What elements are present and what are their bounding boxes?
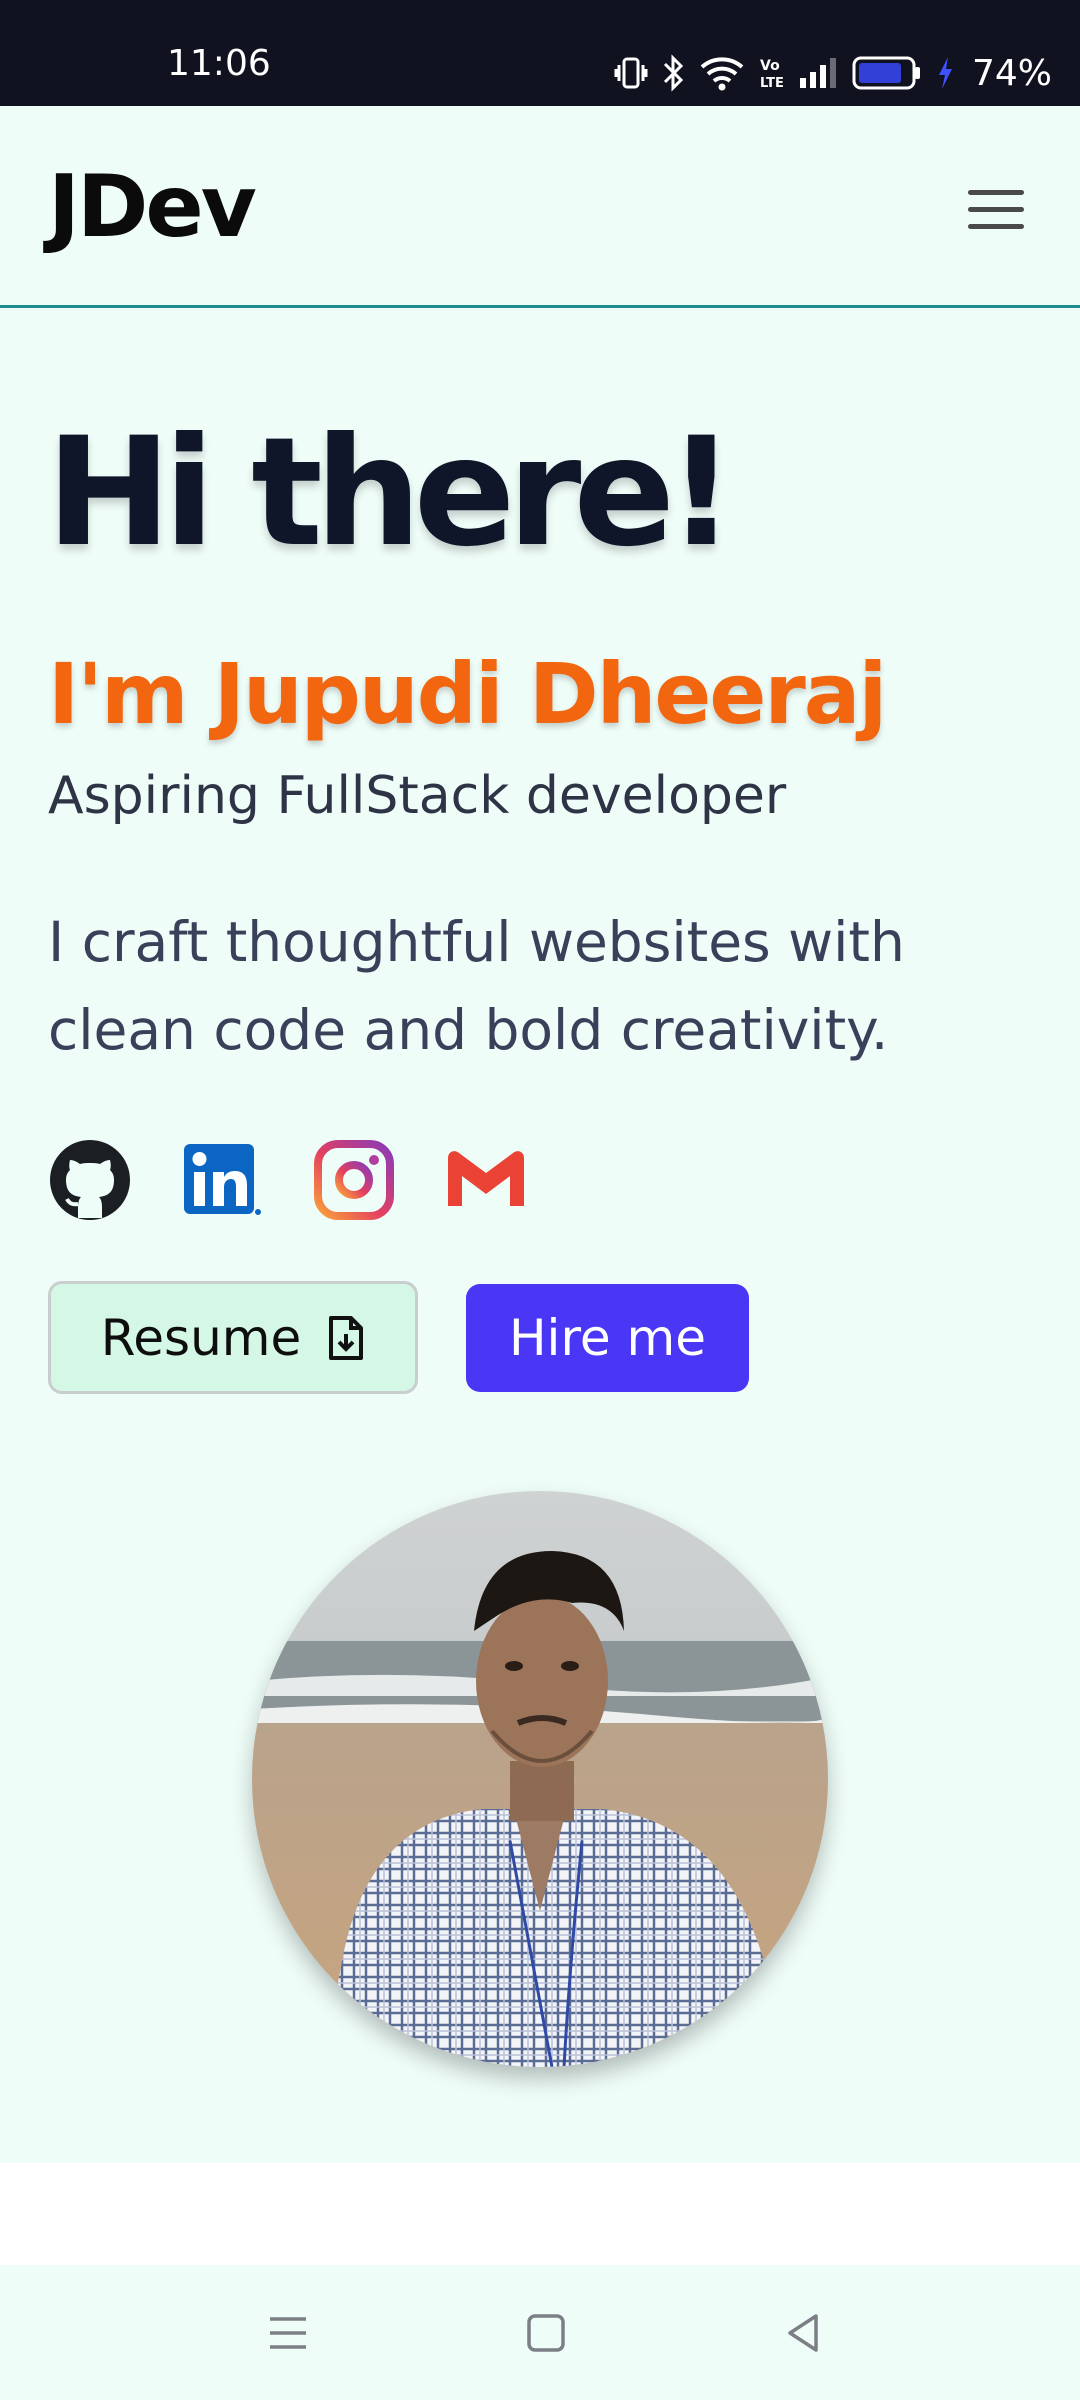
file-download-icon — [329, 1315, 364, 1360]
profile-photo — [252, 1491, 828, 2067]
site-header: JDev — [0, 106, 1080, 308]
hero-role: Aspiring FullStack developer — [48, 766, 787, 826]
status-time: 11:06 — [167, 43, 271, 84]
status-icons: Vo LTE 74% — [614, 50, 1052, 96]
resume-button-label: Resume — [100, 1308, 302, 1367]
battery-icon — [852, 56, 920, 90]
status-bar: 11:06 Vo LTE 74% — [0, 0, 1080, 106]
linkedin-icon[interactable] — [180, 1138, 264, 1222]
hire-me-button[interactable]: Hire me — [466, 1284, 749, 1392]
charging-icon — [938, 57, 952, 89]
hire-me-button-label: Hire me — [508, 1309, 707, 1367]
gmail-icon[interactable] — [444, 1138, 528, 1222]
hamburger-menu-icon[interactable] — [968, 190, 1024, 234]
battery-percent: 74% — [971, 52, 1052, 94]
github-icon[interactable] — [48, 1138, 132, 1222]
resume-button[interactable]: Resume — [48, 1281, 418, 1394]
system-nav-bar — [0, 2265, 1080, 2400]
volte-icon: Vo LTE — [760, 58, 784, 91]
menu-nav-icon[interactable] — [258, 2307, 318, 2359]
svg-text:LTE: LTE — [760, 76, 784, 91]
wifi-icon — [700, 57, 744, 91]
instagram-icon[interactable] — [312, 1138, 396, 1222]
hero-greeting: Hi there! — [46, 406, 736, 580]
page-bottom-section — [0, 2163, 1080, 2265]
back-nav-icon[interactable] — [774, 2307, 834, 2359]
site-logo[interactable]: JDev — [48, 164, 257, 250]
home-nav-icon[interactable] — [516, 2307, 576, 2359]
svg-text:Vo: Vo — [760, 58, 780, 74]
hero-name: I'm Jupudi Dheeraj — [48, 645, 887, 743]
bluetooth-icon — [663, 54, 684, 92]
hero-tagline: I craft thoughtful websites with clean c… — [48, 910, 905, 1062]
signal-icon — [799, 58, 836, 88]
vibrate-icon — [614, 57, 648, 89]
